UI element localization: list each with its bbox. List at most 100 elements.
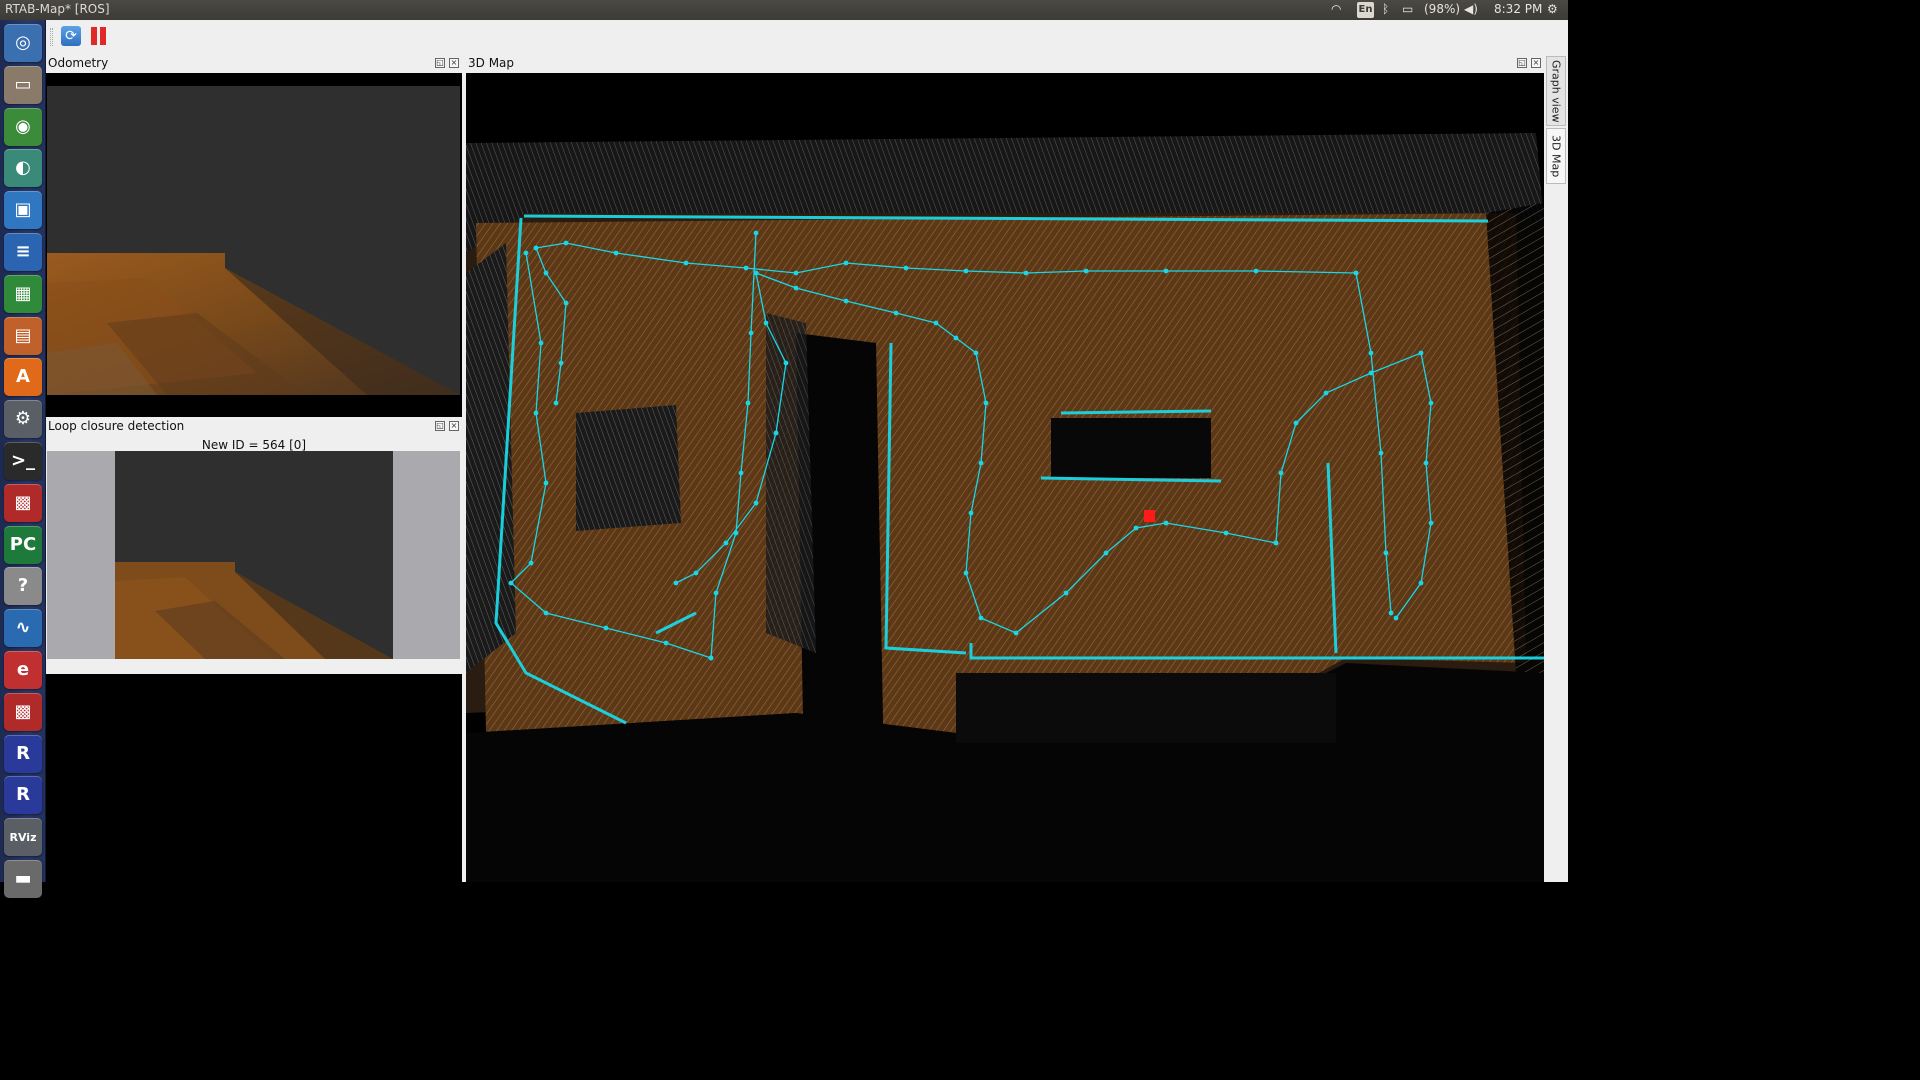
graph-node [1103,550,1109,556]
launcher-network-app-icon[interactable]: ◐ [4,149,42,188]
graph-node [843,298,849,304]
tab-graph-view[interactable]: Graph view [1546,56,1566,126]
tab-3d-map[interactable]: 3D Map [1546,128,1566,184]
graph-node [745,400,751,406]
refresh-icon: ⟳ [65,28,77,44]
graph-node [543,270,549,276]
graph-node [763,320,769,326]
loop-closure-image [115,451,393,659]
launcher-rtabmap-2-icon[interactable]: ▩ [4,692,42,731]
graph-node [543,480,549,486]
graph-node [783,360,789,366]
session-gear-icon[interactable]: ⚙ [1547,2,1558,16]
graph-node [533,410,539,416]
launcher-virtualbox-icon[interactable]: ▣ [4,191,42,230]
empty-dock-area [46,674,462,882]
launcher-terminal-icon[interactable]: >_ [4,442,42,480]
close-dock-icon[interactable]: × [449,421,459,431]
graph-node [713,590,719,596]
graph-node [563,300,569,306]
graph-node [1428,400,1434,406]
launcher-dash-home-icon[interactable]: ◎ [4,24,42,62]
graph-node [1023,270,1029,276]
close-dock-icon[interactable]: × [449,58,459,68]
graph-node [538,340,544,346]
graph-node [1253,268,1259,274]
new-id-label: New ID = 564 [0] [201,438,307,452]
launcher-libreoffice-calc-icon[interactable]: ▦ [4,274,42,313]
battery-icon[interactable]: ▭ [1402,2,1413,16]
graph-node [543,610,549,616]
launcher-system-settings-icon[interactable]: ⚙ [4,400,42,439]
odometry-camera-view [47,73,460,411]
graph-node [1368,350,1374,356]
graph-node [693,570,699,576]
keyboard-layout-indicator[interactable]: En [1357,2,1374,18]
map3d-dock-titlebar[interactable]: 3D Map ◱ × [466,54,1544,73]
graph-node [793,270,799,276]
launcher-chrome-icon[interactable]: ◉ [4,107,42,146]
odometry-dock-titlebar[interactable]: Odometry ◱ × [46,54,462,73]
launcher-help-icon[interactable]: ? [4,567,42,606]
launcher-pycharm-icon[interactable]: PC [4,525,42,564]
graph-node [558,360,564,366]
graph-node [1163,268,1169,274]
graph-node [1273,540,1279,546]
graph-node [733,530,739,536]
current-pose-marker [1144,510,1155,522]
graph-node [1278,470,1284,476]
graph-node [1163,520,1169,526]
launcher-rqt-r-1-icon[interactable]: R [4,734,42,773]
graph-node [523,250,529,256]
graph-node [773,430,779,436]
wifi-icon[interactable]: ◠ [1331,2,1341,16]
volume-icon[interactable]: ◀) [1464,2,1478,16]
graph-node [1388,610,1394,616]
graph-node [1418,580,1424,586]
3d-map-viewport[interactable] [466,73,1544,882]
graph-node [953,335,959,341]
graph-node [968,510,974,516]
launcher-libreoffice-impress-icon[interactable]: ▤ [4,316,42,355]
launcher-libreoffice-writer-icon[interactable]: ≡ [4,233,42,271]
refresh-button[interactable]: ⟳ [61,26,81,46]
graph-node [708,655,714,661]
graph-node [963,268,969,274]
graph-node [843,260,849,266]
graph-node [753,500,759,506]
graph-node [1293,420,1299,426]
loop-closure-dock-title: Loop closure detection [48,419,185,433]
graph-node [1393,615,1399,621]
loop-closure-dock-titlebar[interactable]: Loop closure detection ◱ × [46,417,462,436]
graph-node [673,580,679,586]
float-dock-icon[interactable]: ◱ [435,421,445,431]
launcher-files-icon[interactable]: ▭ [4,65,42,104]
launcher-rviz-icon[interactable]: RViz [4,818,42,857]
close-dock-icon[interactable]: × [1531,58,1541,68]
graph-node [1223,530,1229,536]
graph-node [743,265,749,271]
main-toolbar: ⟳ [46,20,1568,54]
battery-percentage[interactable]: (98%) [1424,2,1460,16]
odometry-dock-title: Odometry [48,56,109,70]
graph-node [603,625,609,631]
launcher-editor-icon[interactable]: e [4,651,42,689]
graph-node [893,310,899,316]
graph-node [663,640,669,646]
graph-node [978,615,984,621]
bluetooth-icon[interactable]: ᛒ [1382,2,1389,16]
float-dock-icon[interactable]: ◱ [1517,58,1527,68]
launcher-software-center-icon[interactable]: A [4,358,42,397]
float-dock-icon[interactable]: ◱ [435,58,445,68]
launcher-trash-icon[interactable]: ▬ [4,860,42,898]
graph-node [563,240,569,246]
clock[interactable]: 8:32 PM [1494,2,1542,16]
pause-button[interactable] [91,27,107,45]
graph-node [973,350,979,356]
launcher-rtabmap-icon[interactable]: ▩ [4,483,42,522]
graph-node [748,330,754,336]
toolbar-grip[interactable] [50,28,53,46]
graph-node [528,560,534,566]
launcher-system-monitor-icon[interactable]: ∿ [4,609,42,648]
launcher-rqt-r-2-icon[interactable]: R [4,776,42,815]
